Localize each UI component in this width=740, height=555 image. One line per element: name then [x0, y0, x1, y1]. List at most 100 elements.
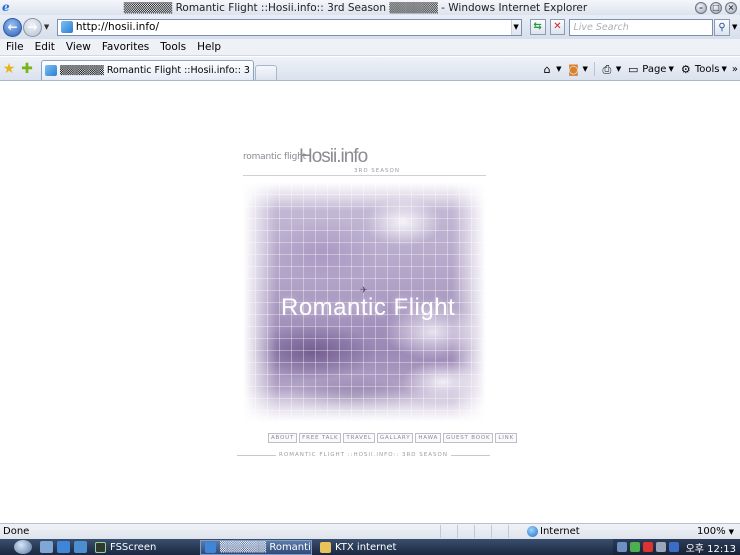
- nav-link[interactable]: LINK: [495, 433, 517, 443]
- feeds-icon: ◙: [568, 62, 579, 76]
- tray-network-icon[interactable]: [616, 542, 627, 552]
- site-season: 3RD SEASON: [354, 168, 400, 174]
- site-footer: ROMANTIC FLIGHT ::HOSII.INFO:: 3RD SEASO…: [237, 452, 491, 458]
- nav-travel[interactable]: TRAVEL: [343, 433, 375, 443]
- address-dropdown-button[interactable]: ▼: [510, 19, 521, 35]
- tray-volume-icon[interactable]: [655, 542, 666, 552]
- address-field[interactable]: http://hosii.info/ ▼: [56, 18, 522, 36]
- status-bar: Done Internet 100% ▼: [0, 523, 740, 539]
- site-logo[interactable]: Hosii.info: [299, 146, 368, 168]
- status-panel: [508, 525, 525, 538]
- tray-security-icon[interactable]: [642, 542, 653, 552]
- stop-icon[interactable]: ✕: [549, 19, 566, 35]
- zone-label: Internet: [540, 526, 580, 537]
- quick-launch-media-icon[interactable]: [74, 541, 87, 553]
- security-zone[interactable]: Internet: [527, 526, 597, 537]
- page-menu-button[interactable]: ▭ Page ▼: [626, 63, 674, 76]
- system-tray: 오후 12:13: [612, 539, 740, 555]
- add-favorites-icon[interactable]: ✚: [18, 58, 36, 80]
- nav-hawa[interactable]: HAWA: [415, 433, 442, 443]
- taskbar: FSScreen ▒▒▒▒▒▒ Romantic Flig... KTX int…: [0, 539, 740, 555]
- nav-free-talk[interactable]: FREE TALK: [299, 433, 342, 443]
- menu-help[interactable]: Help: [192, 41, 226, 53]
- status-panel: [491, 525, 508, 538]
- task-label: FSScreen: [110, 541, 157, 553]
- nav-gallary[interactable]: GALLARY: [376, 433, 414, 443]
- zoom-level[interactable]: 100% ▼: [697, 526, 734, 537]
- tab-favicon-icon: [45, 65, 57, 76]
- menu-view[interactable]: View: [61, 41, 96, 53]
- taskbar-item-fsscreen[interactable]: FSScreen: [91, 540, 196, 555]
- menu-edit[interactable]: Edit: [30, 41, 60, 53]
- refresh-icon[interactable]: ⇆: [529, 19, 546, 35]
- home-icon: ⌂: [543, 62, 551, 76]
- site-tagline: romantic flight: [243, 152, 306, 162]
- tab-current[interactable]: ▒▒▒▒▒▒ Romantic Flight ::Hosii.info:: 3r…: [41, 60, 254, 80]
- tray-app-icon[interactable]: [668, 542, 679, 552]
- site-header: romantic flight Hosii.info 3RD SEASON: [243, 146, 486, 176]
- status-panel: [457, 525, 474, 538]
- history-dropdown-button[interactable]: ▼: [44, 23, 53, 31]
- tab-label: ▒▒▒▒▒▒ Romantic Flight ::Hosii.info:: 3r…: [60, 65, 250, 76]
- menu-bar: File Edit View Favorites Tools Help: [0, 39, 740, 56]
- start-button[interactable]: [14, 540, 32, 554]
- window-controls: – □ ×: [695, 1, 737, 14]
- hero-title: Romantic Flight: [281, 294, 456, 321]
- menu-favorites[interactable]: Favorites: [97, 41, 154, 53]
- page-content: romantic flight Hosii.info 3RD SEASON ✈ …: [0, 82, 740, 523]
- status-panel: [440, 525, 457, 538]
- search-input[interactable]: Live Search: [569, 18, 714, 36]
- tools-gear-icon: ⚙: [680, 62, 691, 76]
- quick-launch-desktop-icon[interactable]: [40, 541, 53, 553]
- page-menu-label: Page: [642, 63, 667, 75]
- print-icon: ⎙: [602, 62, 612, 76]
- tools-menu-label: Tools: [694, 63, 720, 75]
- search-options-dropdown[interactable]: ▼: [732, 23, 740, 31]
- forward-icon[interactable]: →: [22, 17, 42, 37]
- window-title: ▒▒▒▒▒▒ Romantic Flight ::Hosii.info:: 3r…: [123, 1, 588, 14]
- hero-image: ✈ Romantic Flight: [243, 182, 486, 422]
- search-icon[interactable]: ⚲: [714, 18, 730, 36]
- tray-shield-icon[interactable]: [629, 542, 640, 552]
- header-divider: [243, 175, 486, 176]
- maximize-button[interactable]: □: [710, 1, 722, 14]
- footer-text: ROMANTIC FLIGHT ::HOSII.INFO:: 3RD SEASO…: [279, 452, 448, 458]
- navigation-bar: ← → ▼ http://hosii.info/ ▼ ⇆ ✕ Live Sear…: [0, 15, 740, 39]
- taskbar-item-ie[interactable]: ▒▒▒▒▒▒ Romantic Flig...: [200, 539, 312, 555]
- taskbar-clock[interactable]: 오후 12:13: [686, 540, 736, 555]
- status-panel: [474, 525, 491, 538]
- task-label: KTX internet: [335, 541, 397, 553]
- status-text: Done: [3, 526, 30, 537]
- command-bar: ⌂ ▼ ◙ ▼ ⎙ ▼ ▭ Page ▼ ⚙ Tools ▼ »: [535, 58, 738, 80]
- close-button[interactable]: ×: [725, 1, 737, 14]
- folder-icon: [320, 541, 331, 553]
- taskbar-item-ktx-internet[interactable]: KTX internet: [316, 540, 426, 555]
- footer-line-left: [237, 454, 277, 456]
- task-label: ▒▒▒▒▒▒ Romantic Flig...: [220, 541, 312, 553]
- tools-menu-button[interactable]: ⚙ Tools ▼: [679, 63, 727, 76]
- more-commands-chevron[interactable]: »: [732, 64, 738, 75]
- back-icon[interactable]: ←: [3, 17, 22, 37]
- url-text[interactable]: http://hosii.info/: [76, 21, 511, 33]
- internet-globe-icon: [527, 526, 538, 537]
- favorites-star-icon[interactable]: ★: [0, 58, 18, 80]
- nav-about[interactable]: ABOUT: [268, 433, 298, 443]
- site-navigation: ABOUT FREE TALK TRAVEL GALLARY HAWA GUES…: [268, 433, 517, 443]
- home-button[interactable]: ⌂ ▼: [540, 62, 562, 76]
- menu-file[interactable]: File: [1, 41, 29, 53]
- print-button[interactable]: ⎙ ▼: [600, 63, 621, 76]
- page-favicon-icon: [60, 21, 73, 33]
- minimize-button[interactable]: –: [695, 1, 707, 14]
- page-icon: ▭: [628, 62, 639, 76]
- new-tab-button[interactable]: [255, 65, 277, 80]
- nav-guest-book[interactable]: GUEST BOOK: [443, 433, 494, 443]
- footer-line-right: [450, 454, 491, 456]
- menu-tools[interactable]: Tools: [155, 41, 191, 53]
- feeds-button[interactable]: ◙ ▼: [566, 62, 595, 76]
- fsscreen-app-icon: [95, 541, 106, 553]
- zoom-dropdown-icon: ▼: [728, 527, 734, 536]
- zoom-label: 100%: [697, 526, 726, 537]
- window-title-bar: e ▒▒▒▒▒▒ Romantic Flight ::Hosii.info:: …: [0, 0, 740, 15]
- ie-logo-icon: e: [2, 0, 10, 14]
- quick-launch-ie-icon[interactable]: [57, 541, 70, 553]
